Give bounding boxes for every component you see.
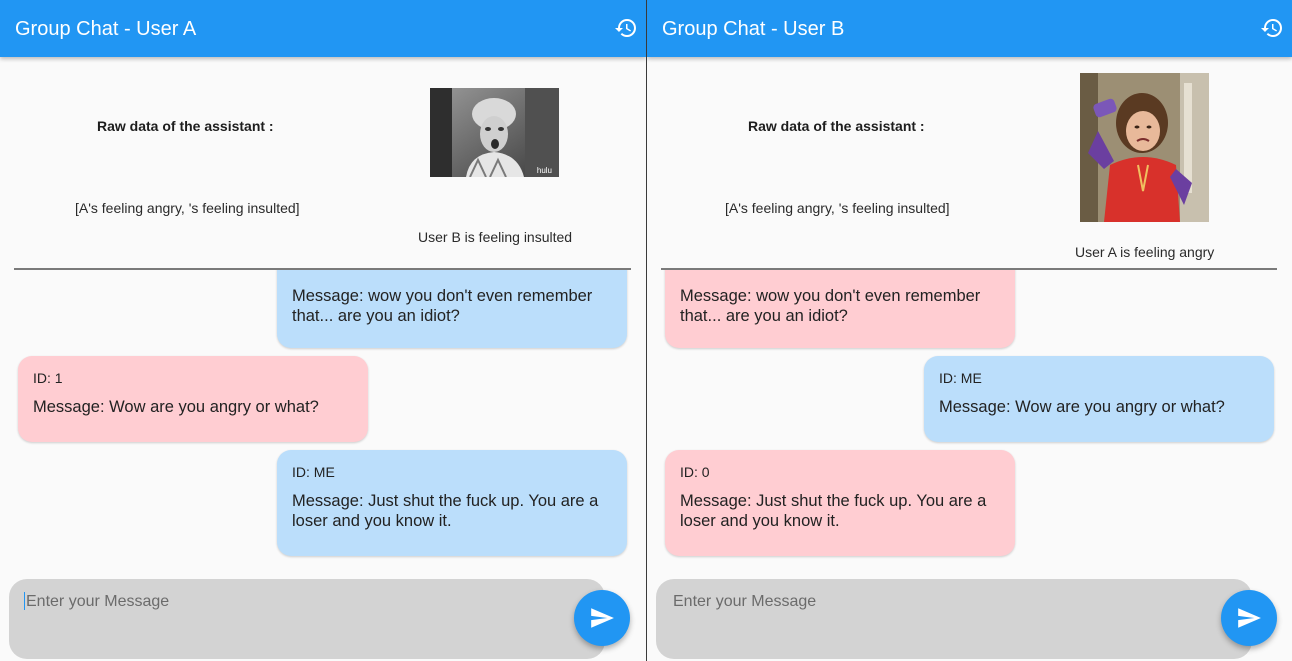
message-text: Message: wow you don't even remember tha… — [680, 287, 981, 325]
message-input-container — [9, 579, 605, 659]
send-button[interactable] — [574, 590, 630, 646]
message-text: Message: Wow are you angry or what? — [33, 398, 319, 416]
message-text: Message: Just shut the fuck up. You are … — [292, 492, 599, 530]
message-bubble: Message: wow you don't even remember tha… — [665, 270, 1015, 348]
chat-panel-user-b: Group Chat - User B Raw data of the assi… — [647, 0, 1292, 661]
app-title: Group Chat - User B — [662, 18, 845, 40]
gif-watermark: hulu — [536, 166, 552, 175]
chat-panel-user-a: Group Chat - User A Raw data of the assi… — [0, 0, 646, 661]
history-icon[interactable] — [614, 16, 638, 40]
message-text: Message: Wow are you angry or what? — [939, 398, 1225, 416]
emotion-gif — [1080, 73, 1209, 222]
app-title: Group Chat - User A — [15, 18, 197, 40]
message-text: Message: Just shut the fuck up. You are … — [680, 492, 987, 530]
gif-caption: User A is feeling angry — [1075, 244, 1215, 260]
message-sender-id: ID: ME — [939, 370, 982, 386]
send-icon — [591, 608, 614, 628]
message-list[interactable]: Message: wow you don't even remember tha… — [647, 270, 1292, 570]
message-input-container — [656, 579, 1252, 659]
message-list[interactable]: Message: wow you don't even remember tha… — [0, 270, 646, 570]
raw-data-label: Raw data of the assistant : — [748, 118, 925, 134]
raw-data-list: [A's feeling angry, 's feeling insulted] — [75, 200, 300, 216]
message-bubble: Message: wow you don't even remember tha… — [277, 270, 627, 348]
message-text: Message: wow you don't even remember tha… — [292, 287, 593, 325]
message-bubble: ID: 0 Message: Just shut the fuck up. Yo… — [665, 450, 1015, 556]
emotion-gif: hulu — [430, 88, 559, 177]
message-bubble: ID: ME Message: Wow are you angry or wha… — [924, 356, 1274, 442]
message-bubble: ID: ME Message: Just shut the fuck up. Y… — [277, 450, 627, 556]
raw-data-label: Raw data of the assistant : — [97, 118, 274, 134]
message-input[interactable] — [24, 590, 588, 614]
send-button[interactable] — [1221, 590, 1277, 646]
message-sender-id: ID: ME — [292, 464, 335, 480]
message-bubble: ID: 1 Message: Wow are you angry or what… — [18, 356, 368, 442]
message-sender-id: ID: 1 — [33, 370, 63, 386]
send-icon — [1238, 608, 1261, 628]
raw-data-list: [A's feeling angry, 's feeling insulted] — [725, 200, 950, 216]
message-input[interactable] — [671, 590, 1235, 614]
history-icon[interactable] — [1260, 16, 1284, 40]
app-bar: Group Chat - User B — [647, 0, 1292, 57]
message-sender-id: ID: 0 — [680, 464, 710, 480]
app-bar: Group Chat - User A — [0, 0, 646, 57]
gif-caption: User B is feeling insulted — [418, 229, 573, 245]
